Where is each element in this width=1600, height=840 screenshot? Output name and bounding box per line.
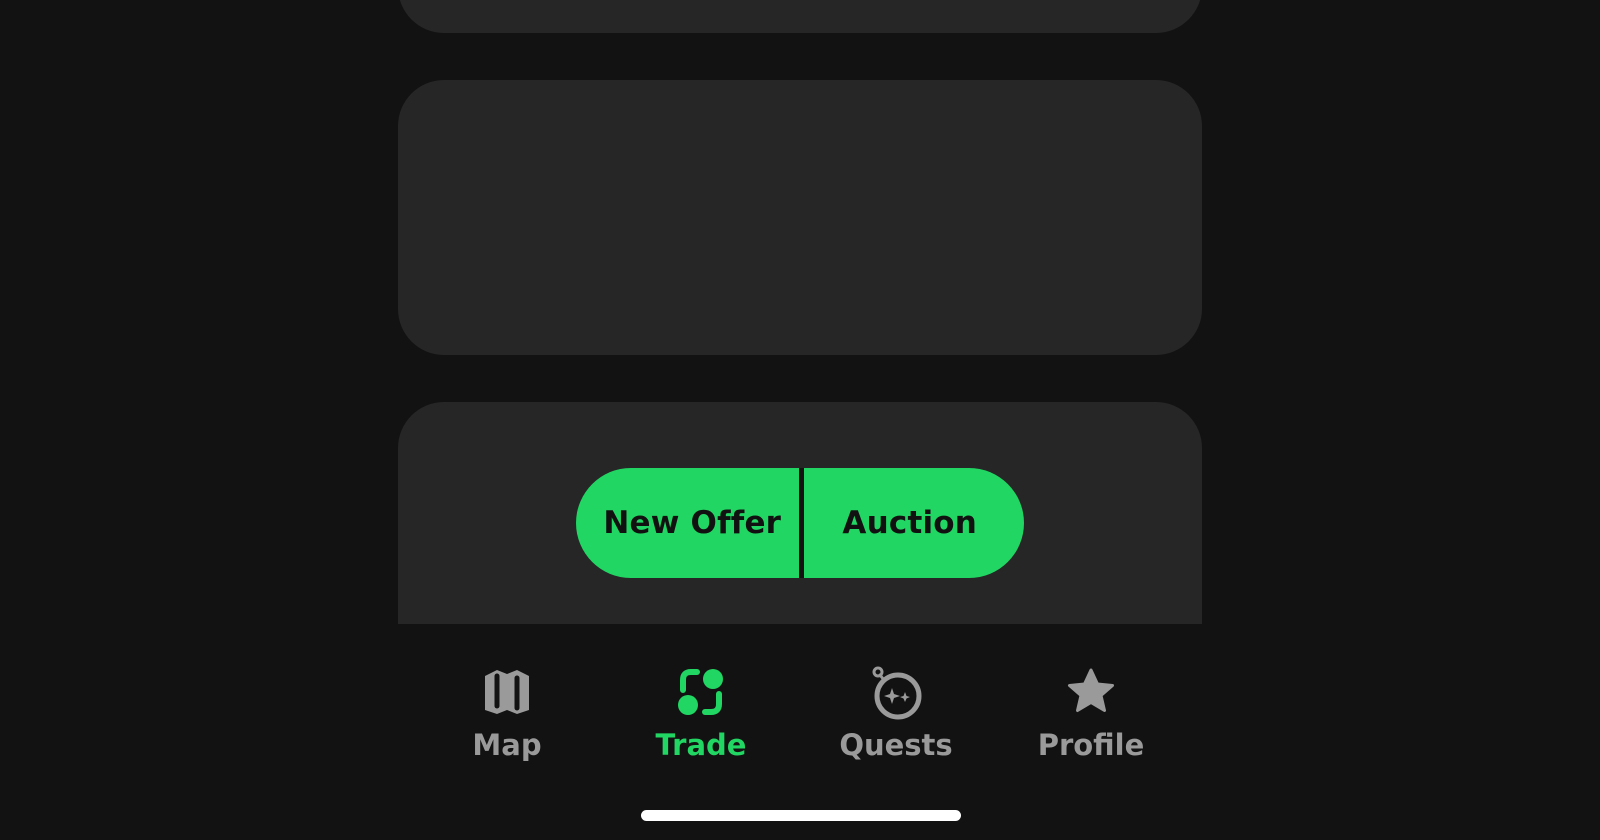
tab-profile[interactable]: Profile [1016, 664, 1166, 762]
bottom-tab-bar: Map Trade Quests Profile [0, 624, 1600, 840]
trade-action-group: New Offer Auction [576, 468, 1024, 578]
star-icon [1068, 668, 1114, 712]
tab-trade[interactable]: Trade [626, 664, 776, 762]
map-icon [485, 670, 529, 714]
quests-icon [872, 666, 922, 720]
tab-label: Quests [839, 728, 953, 762]
content-card[interactable] [398, 80, 1202, 355]
tab-label: Map [472, 728, 542, 762]
tab-label: Trade [655, 728, 747, 762]
content-card[interactable] [398, 0, 1202, 33]
auction-button[interactable]: Auction [804, 468, 1025, 578]
tab-quests[interactable]: Quests [821, 664, 971, 762]
new-offer-button[interactable]: New Offer [576, 468, 799, 578]
tab-map[interactable]: Map [432, 664, 582, 762]
home-indicator[interactable] [641, 810, 961, 821]
tab-label: Profile [1037, 728, 1145, 762]
app-screen: New Offer Auction Map Trade Quests Profi… [0, 0, 1600, 840]
trade-icon [678, 669, 723, 715]
